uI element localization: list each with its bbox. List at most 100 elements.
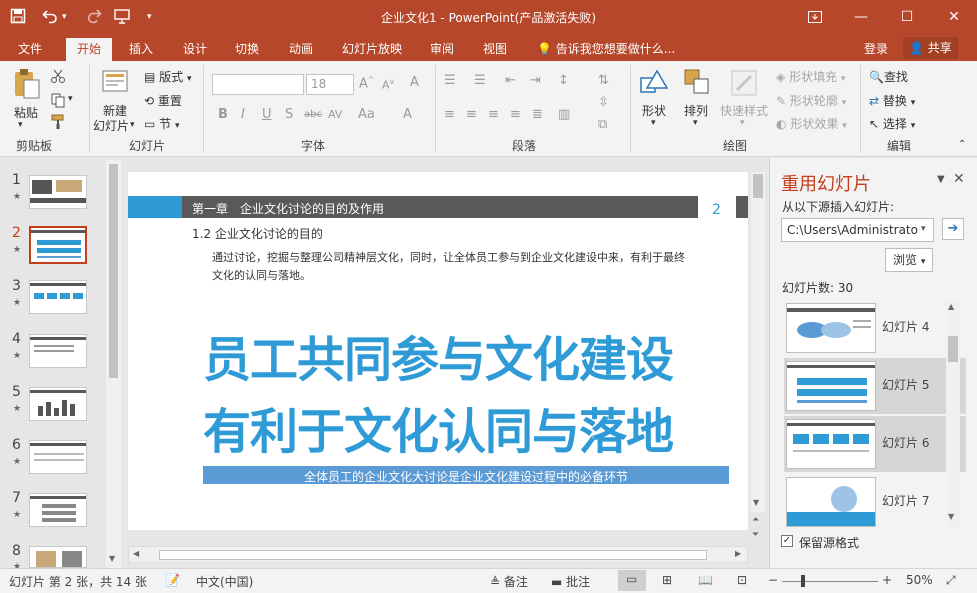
decrease-font-icon[interactable]: Av [382,77,394,92]
quick-styles-icon[interactable] [729,68,759,98]
maximize-button[interactable]: ☐ [884,0,930,34]
font-size-combo[interactable]: 18 [306,74,354,95]
reuse-list-scrollbar[interactable]: ▲ ▼ [946,300,960,528]
decrease-indent-icon[interactable]: ⇤ [505,73,516,88]
reuse-slide-item-6[interactable]: 幻灯片 6 [784,416,966,472]
scroll-right-icon[interactable]: ▶ [735,549,741,558]
thumbnails-scrollbar[interactable]: ▼ [106,160,121,568]
layout-button[interactable]: ▤ 版式 ▾ [144,68,192,85]
strikethrough-button[interactable]: abc [304,109,322,120]
columns-icon[interactable]: ▥ [558,107,570,122]
justify-icon[interactable]: ≡ [510,107,521,122]
numbering-icon[interactable]: ☰ [474,73,486,88]
present-icon[interactable] [114,8,132,28]
keep-format-checkbox[interactable]: ✓ [781,535,793,547]
distribute-icon[interactable]: ≣ [532,107,543,122]
increase-font-icon[interactable]: A^ [359,75,375,91]
smartart-icon[interactable]: ⧉ [598,117,607,132]
pane-options-icon[interactable]: ▼ [937,174,945,185]
increase-indent-icon[interactable]: ⇥ [530,73,541,88]
path-dropdown-icon[interactable]: ▾ [921,224,926,234]
font-name-combo[interactable] [212,74,304,95]
tab-view[interactable]: 视图 [474,38,516,61]
slide-thumbnail-1[interactable] [29,175,87,209]
select-button[interactable]: ↖ 选择 ▾ [869,115,915,132]
scroll-down-icon[interactable]: ▼ [109,554,115,563]
font-color-button[interactable]: A [403,107,412,122]
scroll-up-icon[interactable]: ▲ [948,302,954,311]
char-spacing-button[interactable]: AV [328,108,342,121]
align-right-icon[interactable]: ≡ [488,107,499,122]
align-center-icon[interactable]: ≡ [466,107,477,122]
tab-transitions[interactable]: 切换 [226,38,268,61]
share-button[interactable]: 👤 共享 [903,37,958,59]
slide-thumbnail-6[interactable] [29,440,87,474]
scrollbar-thumb[interactable] [159,550,707,560]
notes-button[interactable]: ≜ 备注 [490,573,528,590]
change-case-button[interactable]: Aa [358,107,375,122]
cut-icon[interactable] [50,68,66,87]
source-path-input[interactable]: C:\Users\Administrato [781,218,934,242]
tab-slideshow[interactable]: 幻灯片放映 [333,38,411,61]
italic-button[interactable]: I [241,107,245,122]
login-link[interactable]: 登录 [864,38,888,60]
undo-dropdown-icon[interactable]: ▾ [62,12,67,22]
slide-vertical-scrollbar[interactable]: ▼ [751,172,765,512]
shapes-dropdown-icon[interactable]: ▾ [651,118,656,128]
arrange-icon[interactable] [683,68,713,98]
tab-insert[interactable]: 插入 [120,38,162,61]
text-direction-icon[interactable]: ⇅ [598,73,609,88]
scroll-down-icon[interactable]: ▼ [948,512,954,521]
tab-home[interactable]: 开始 [66,38,112,61]
scrollbar-thumb[interactable] [948,336,958,362]
slide-sorter-icon[interactable]: ⊞ [662,573,672,587]
arrange-button[interactable]: 排列 [684,102,708,119]
paste-button[interactable]: 粘贴 [14,104,38,121]
tab-file[interactable]: 文件 [9,38,51,61]
bold-button[interactable]: B [218,107,228,122]
find-button[interactable]: 🔍查找 [869,68,908,85]
slide-horizontal-scrollbar[interactable]: ◀ ▶ [128,546,748,563]
underline-button[interactable]: U [262,107,272,122]
reading-view-icon[interactable]: 📖 [698,573,713,587]
tab-animations[interactable]: 动画 [280,38,322,61]
new-slide-dropdown-icon[interactable]: ▾ [130,120,135,130]
fit-slide-icon[interactable]: ⤢ [946,573,956,588]
new-slide-icon[interactable] [101,68,131,98]
go-arrow-button[interactable]: ➔ [942,218,964,240]
slide-thumbnail-3[interactable] [29,280,87,314]
replace-button[interactable]: ⇄ 替换 ▾ [869,92,915,109]
slide-thumbnail-7[interactable] [29,493,87,527]
close-button[interactable]: ✕ [931,0,977,34]
align-left-icon[interactable]: ≡ [444,107,455,122]
next-slide-icon[interactable]: ⏷ [752,530,759,540]
ribbon-display-icon[interactable] [792,0,838,34]
paste-dropdown-icon[interactable]: ▾ [18,120,23,130]
shapes-button[interactable]: 形状 [642,102,666,119]
quick-styles-dropdown-icon[interactable]: ▾ [740,118,745,128]
comments-button[interactable]: ▬ 批注 [551,573,590,590]
reset-button[interactable]: ⟲ 重置 [144,92,182,109]
shape-fill-button[interactable]: ◈ 形状填充 ▾ [776,68,845,85]
collapse-ribbon-icon[interactable]: ⌃ [958,139,966,150]
spellcheck-icon[interactable]: 📝 [165,573,180,587]
slide-thumbnail-5[interactable] [29,387,87,421]
shape-outline-button[interactable]: ✎ 形状轮廓 ▾ [776,92,846,109]
zoom-out-button[interactable]: − [768,573,778,587]
arrange-dropdown-icon[interactable]: ▾ [693,118,698,128]
quick-styles-button[interactable]: 快速样式 [720,102,768,119]
shadow-button[interactable]: S [285,107,293,122]
tab-review[interactable]: 审阅 [421,38,463,61]
scroll-left-icon[interactable]: ◀ [133,549,139,558]
align-text-icon[interactable]: ⇳ [598,95,609,110]
slide-thumbnail-2[interactable] [29,226,87,264]
copy-icon[interactable] [50,92,66,111]
tell-me-box[interactable]: 💡 告诉我您想要做什么... [537,38,675,60]
zoom-slider-thumb[interactable] [801,575,805,587]
previous-slide-icon[interactable]: ⏶ [752,515,759,525]
redo-icon[interactable] [86,8,102,28]
slide-thumbnail-8[interactable] [29,546,87,568]
normal-view-button[interactable]: ▭ [618,570,646,591]
scroll-down-icon[interactable]: ▼ [753,498,759,507]
browse-button[interactable]: 浏览 ▾ [885,248,933,272]
